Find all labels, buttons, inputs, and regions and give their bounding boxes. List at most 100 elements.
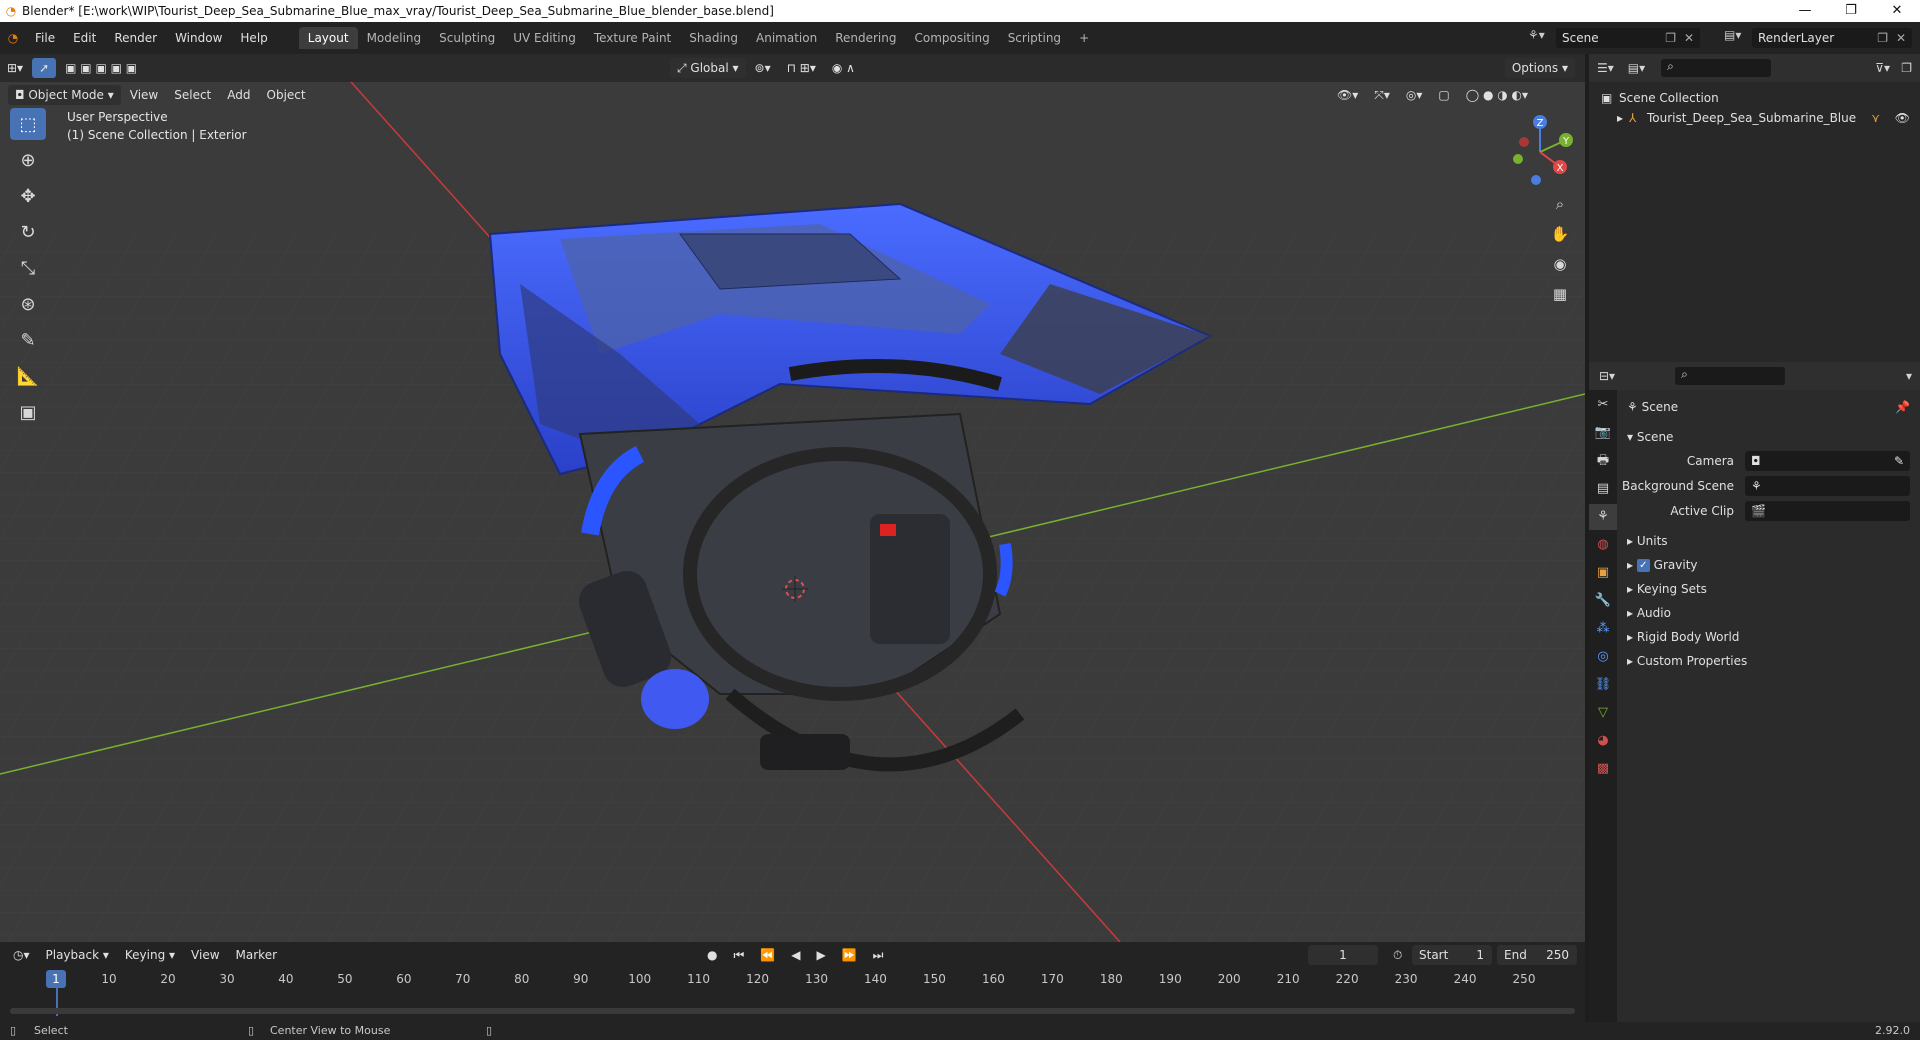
audio-panel[interactable]: ▸ Audio [1617,602,1920,624]
camera-view-icon[interactable]: ◉ [1546,250,1574,278]
minimize-button[interactable]: — [1782,0,1828,22]
outliner-search-input[interactable]: ⌕ [1661,59,1772,77]
jump-key-forward-icon[interactable]: ⏩ [835,945,864,965]
gizmo-neg-x-axis[interactable] [1519,137,1529,147]
scene-remove-icon[interactable]: ✕ [1684,28,1694,48]
tab-shading[interactable]: Shading [680,27,747,49]
measure-tool-icon[interactable]: 📐 [10,360,46,392]
current-frame-field[interactable]: 1 [1308,945,1378,965]
scene-tab-icon[interactable]: ⚘ [1589,504,1617,530]
timeline-editor-icon[interactable]: ◷▾ [6,945,37,965]
tab-modeling[interactable]: Modeling [358,27,431,49]
annotate-tool-icon[interactable]: ✎ [10,324,46,356]
particles-tab-icon[interactable]: ⁂ [1589,616,1617,642]
select-box-tool-icon[interactable]: ⬚ [10,108,46,140]
pivot-icon[interactable]: ⊚▾ [748,58,778,78]
scene-panel-header[interactable]: ▾ Scene [1617,426,1920,448]
zoom-icon[interactable]: ⌕ [1546,190,1574,218]
eyedropper-icon[interactable]: ✎ [1894,451,1904,471]
scale-tool-icon[interactable]: ⤡ [10,252,46,284]
add-cube-tool-icon[interactable]: ▣ [10,396,46,428]
renderlayer-browse-icon[interactable]: ▤▾ [1724,28,1741,42]
background-scene-field[interactable]: ⚘ [1745,476,1910,496]
active-clip-field[interactable]: 🎬 [1745,501,1910,521]
ortho-grid-icon[interactable]: ▦ [1546,280,1574,308]
object-tab-icon[interactable]: ▣ [1589,560,1617,586]
properties-search-input[interactable]: ⌕ [1675,367,1786,385]
options-dropdown[interactable]: Options ▾ [1504,58,1575,78]
keying-sets-panel[interactable]: ▸ Keying Sets [1617,578,1920,600]
scene-browse-icon[interactable]: ⚘▾ [1528,28,1545,42]
tab-rendering[interactable]: Rendering [826,27,905,49]
editor-type-icon[interactable]: ⊞▾ [0,58,30,78]
outliner-editor-icon[interactable]: ☰▾ [1597,61,1614,75]
timeline-scrollbar[interactable] [10,1008,1575,1014]
new-collection-icon[interactable]: ❐ [1901,61,1912,75]
units-panel[interactable]: ▸ Units [1617,530,1920,552]
maximize-button[interactable]: ❐ [1828,0,1874,22]
selection-mode-icons[interactable]: ▣ ▣ ▣ ▣ ▣ [58,58,144,78]
properties-options-icon[interactable]: ▾ [1906,369,1912,383]
rotate-tool-icon[interactable]: ↻ [10,216,46,248]
gravity-checkbox[interactable]: ✓ [1636,559,1650,572]
tab-uv-editing[interactable]: UV Editing [504,27,585,49]
scene-selector[interactable]: Scene ❐ ✕ [1556,28,1700,48]
outliner-object-row[interactable]: ▸ ⅄ Tourist_Deep_Sea_Submarine_Blue ⋎ 👁 [1589,108,1920,128]
menu-view[interactable]: View [123,85,165,105]
playback-menu[interactable]: Playback ▾ [39,945,116,965]
pan-hand-icon[interactable]: ✋ [1546,220,1574,248]
menu-edit[interactable]: Edit [64,27,105,49]
visibility-icon[interactable]: 👁▾ [1330,85,1365,105]
transform-tool-icon[interactable]: ⊛ [10,288,46,320]
select-tool-icon[interactable]: ➚ [32,58,57,78]
timeline-view-menu[interactable]: View [184,945,226,965]
start-frame-field[interactable]: Start 1 [1412,945,1492,965]
menu-object[interactable]: Object [260,85,313,105]
blender-menu-icon[interactable]: ◔ [0,31,26,45]
cursor-tool-icon[interactable]: ⊕ [10,144,46,176]
gravity-panel[interactable]: ▸ ✓ Gravity [1617,554,1920,576]
world-tab-icon[interactable]: ◍ [1589,532,1617,558]
navigation-gizmo[interactable]: Z Y X [1500,112,1580,192]
material-tab-icon[interactable]: ◕ [1589,728,1617,754]
tab-compositing[interactable]: Compositing [905,27,998,49]
outliner-scene-collection[interactable]: ▣ Scene Collection [1589,88,1920,108]
visibility-eye-icon[interactable]: 👁 [1895,108,1910,128]
gizmo-neg-y-axis[interactable] [1513,154,1523,164]
menu-select[interactable]: Select [167,85,218,105]
expand-chevron-icon[interactable]: ▸ [1617,108,1623,128]
view-layer-tab-icon[interactable]: ▤ [1589,476,1617,502]
menu-file[interactable]: File [26,27,64,49]
play-reverse-icon[interactable]: ◀ [784,945,807,965]
output-tab-icon[interactable]: 🖶 [1589,448,1617,474]
overlay-toggle-icon[interactable]: ◎▾ [1399,85,1430,105]
jump-end-icon[interactable]: ⏭ [866,945,891,965]
preview-range-icon[interactable]: ⏱ [1386,945,1409,965]
properties-editor-icon[interactable]: ⊟▾ [1599,369,1615,383]
data-tab-icon[interactable]: ▽ [1589,700,1617,726]
menu-help[interactable]: Help [231,27,276,49]
end-frame-field[interactable]: End 250 [1497,945,1577,965]
scene-new-icon[interactable]: ❐ [1665,28,1676,48]
keying-menu[interactable]: Keying ▾ [118,945,182,965]
marker-menu[interactable]: Marker [229,945,284,965]
snap-icon[interactable]: ⊓ ⊞▾ [780,58,823,78]
tool-tab-icon[interactable]: ✂ [1589,392,1617,418]
renderlayer-new-icon[interactable]: ❐ [1877,28,1888,48]
tab-texture-paint[interactable]: Texture Paint [585,27,680,49]
pin-icon[interactable]: 📌 [1895,396,1910,418]
shading-modes-icons[interactable]: ◯ ● ◑ ◐▾ [1459,85,1535,105]
gizmo-toggle-icon[interactable]: ⤧▾ [1367,85,1397,105]
tab-scripting[interactable]: Scripting [999,27,1070,49]
gizmo-neg-z-axis[interactable] [1531,175,1541,185]
renderlayer-remove-icon[interactable]: ✕ [1896,28,1906,48]
proportional-edit-icon[interactable]: ◉ ∧ [825,58,862,78]
add-workspace-button[interactable]: + [1070,27,1098,49]
filter-icon[interactable]: ⊽▾ [1875,61,1890,75]
xray-icon[interactable]: ▢ [1431,85,1456,105]
menu-add[interactable]: Add [220,85,257,105]
auto-keying-icon[interactable]: ● [700,945,724,965]
rigid-body-world-panel[interactable]: ▸ Rigid Body World [1617,626,1920,648]
frame-ruler[interactable]: 1 10 20 30 40 50 60 70 80 90 100 110 120 130 140 150 160… [0,970,1585,1016]
display-mode-icon[interactable]: ▤▾ [1628,61,1645,75]
